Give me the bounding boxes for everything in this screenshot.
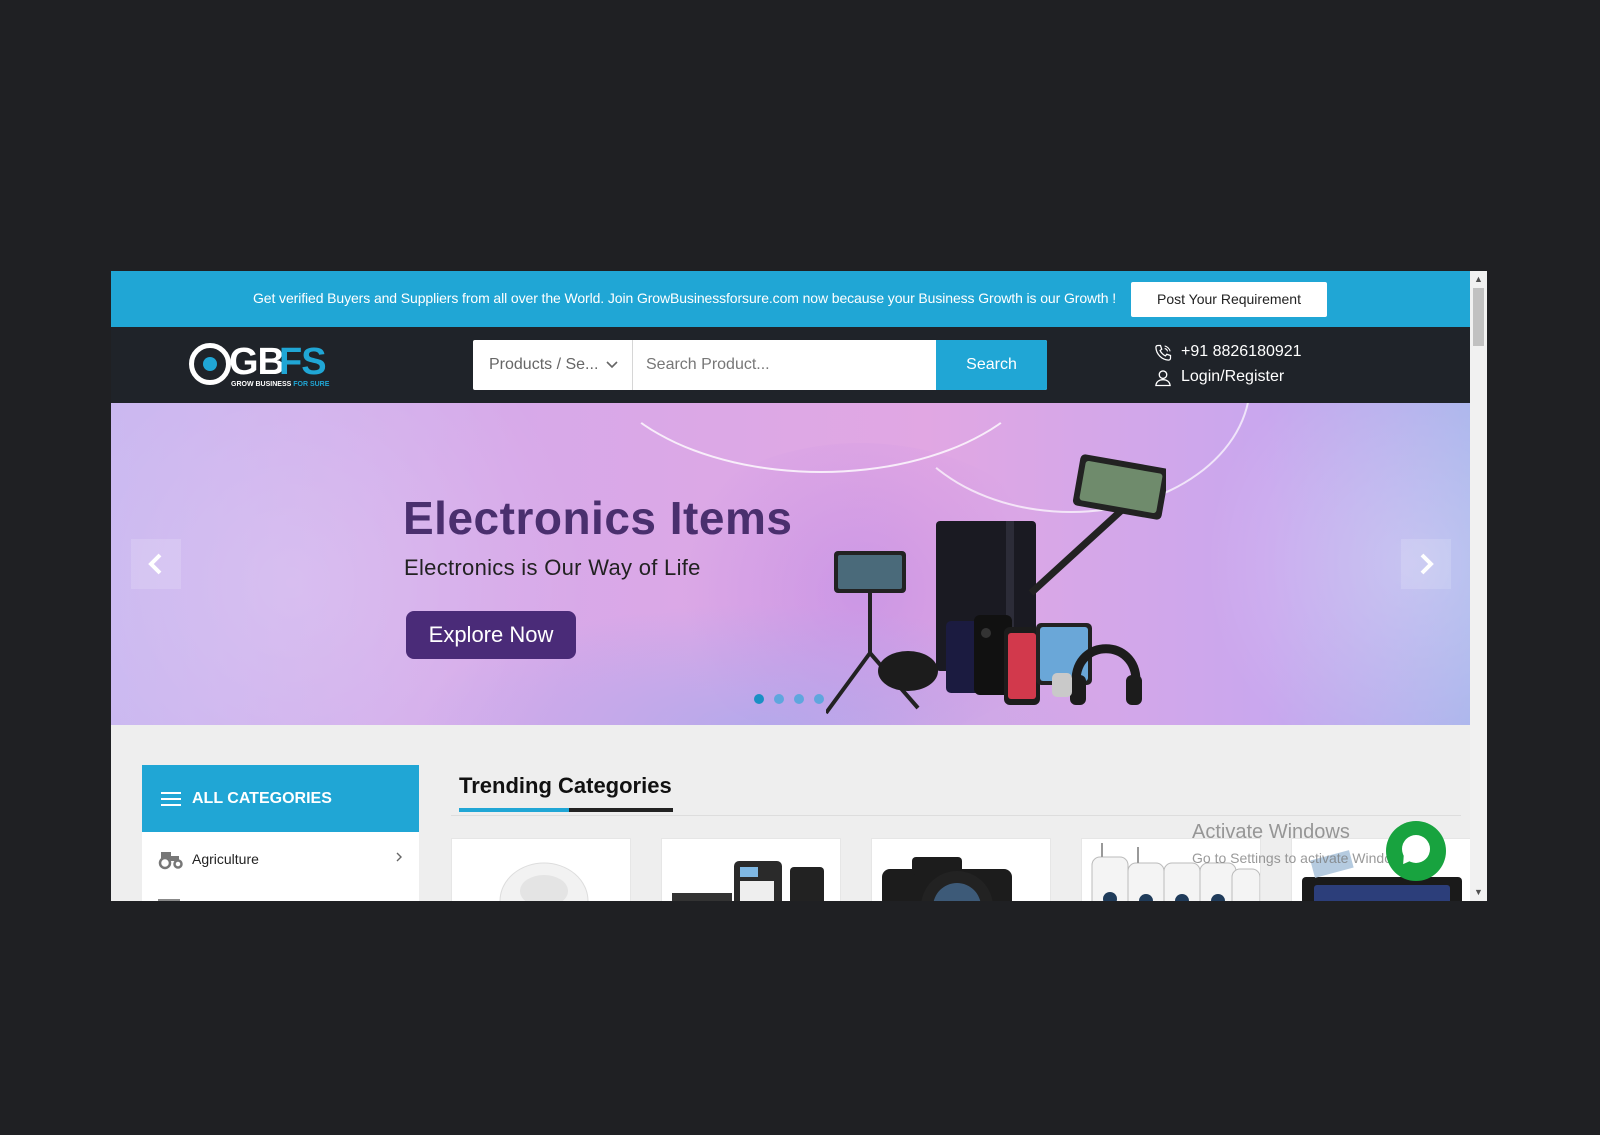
scroll-up-arrow-icon[interactable]: ▲ — [1470, 271, 1487, 288]
all-categories-panel: ALL CATEGORIES Agriculture — [142, 765, 419, 901]
category-item-agriculture[interactable]: Agriculture — [142, 832, 419, 886]
chevron-down-icon — [606, 340, 618, 411]
chevron-right-icon — [1420, 553, 1434, 575]
gbfs-logo[interactable]: GB FS GROW BUSINESS FOR SURE — [189, 341, 329, 389]
category-item-partial[interactable] — [158, 891, 308, 901]
hero-carousel: Electronics Items Electronics is Our Way… — [111, 403, 1470, 725]
login-register-label: Login/Register — [1181, 368, 1285, 385]
login-register-link[interactable]: Login/Register — [1153, 366, 1302, 391]
hero-title: Electronics Items — [403, 492, 793, 544]
chevron-left-icon — [148, 553, 162, 575]
search-input[interactable] — [634, 340, 936, 390]
carousel-dot[interactable] — [754, 694, 764, 704]
carousel-prev-button[interactable] — [131, 539, 181, 589]
user-icon — [1155, 370, 1171, 387]
trending-card-smart-plug[interactable] — [451, 838, 631, 901]
explore-now-button[interactable]: Explore Now — [406, 611, 576, 659]
windows-activation-watermark: Activate Windows Go to Settings to activ… — [1192, 821, 1413, 866]
post-requirement-button[interactable]: Post Your Requirement — [1131, 282, 1327, 317]
hero-subtitle: Electronics is Our Way of Life — [404, 555, 701, 580]
scroll-down-arrow-icon[interactable]: ▼ — [1470, 884, 1487, 901]
search-button[interactable]: Search — [936, 340, 1047, 390]
contact-block: +91 8826180921 Login/Register — [1153, 341, 1302, 391]
section-divider — [451, 815, 1461, 816]
chevron-right-icon — [395, 850, 403, 867]
carousel-dot[interactable] — [794, 694, 804, 704]
browser-viewport: Get verified Buyers and Suppliers from a… — [111, 271, 1487, 901]
search-bar: Products / Se... Search — [473, 340, 1047, 390]
title-underline-dark — [569, 808, 673, 812]
electronics-products-image — [826, 454, 1166, 715]
category-label: Agriculture — [192, 851, 259, 867]
phone-icon — [1155, 344, 1172, 361]
tagline-main: GROW BUSINESS — [231, 381, 294, 388]
phone-number: +91 8826180921 — [1181, 343, 1302, 360]
trending-card-camera[interactable] — [871, 838, 1051, 901]
all-categories-header[interactable]: ALL CATEGORIES — [142, 765, 419, 832]
watermark-title: Activate Windows — [1192, 821, 1350, 843]
carousel-dot[interactable] — [774, 694, 784, 704]
announcement-text: Get verified Buyers and Suppliers from a… — [253, 290, 1117, 306]
carousel-indicators — [754, 691, 834, 709]
tagline-accent: FOR SURE — [293, 381, 330, 388]
all-categories-label: ALL CATEGORIES — [192, 790, 332, 807]
menu-icon — [161, 792, 181, 806]
scrollbar-thumb[interactable] — [1473, 288, 1484, 346]
page: Get verified Buyers and Suppliers from a… — [111, 271, 1470, 901]
title-underline-accent — [459, 808, 569, 812]
search-category-value: Products / Se... — [489, 356, 599, 373]
watermark-subtitle: Go to Settings to activate Windows. — [1192, 850, 1413, 866]
announcement-bar: Get verified Buyers and Suppliers from a… — [111, 271, 1470, 327]
carousel-dot[interactable] — [814, 694, 824, 704]
site-header: GB FS GROW BUSINESS FOR SURE Products / … — [111, 327, 1470, 403]
search-category-select[interactable]: Products / Se... — [473, 340, 633, 390]
vertical-scrollbar[interactable]: ▲ ▼ — [1470, 271, 1487, 901]
handshake-logo-icon — [189, 343, 231, 385]
logo-text-main: GB — [229, 341, 285, 383]
logo-text-accent: FS — [279, 341, 327, 383]
tractor-icon — [158, 852, 183, 870]
trending-card-biometric-device[interactable] — [661, 838, 841, 901]
phone-link[interactable]: +91 8826180921 — [1153, 341, 1302, 366]
chat-bubble-button[interactable] — [1386, 821, 1446, 881]
carousel-next-button[interactable] — [1401, 539, 1451, 589]
trending-categories-title: Trending Categories — [459, 773, 672, 798]
logo-tagline: GROW BUSINESS FOR SURE — [231, 381, 329, 388]
